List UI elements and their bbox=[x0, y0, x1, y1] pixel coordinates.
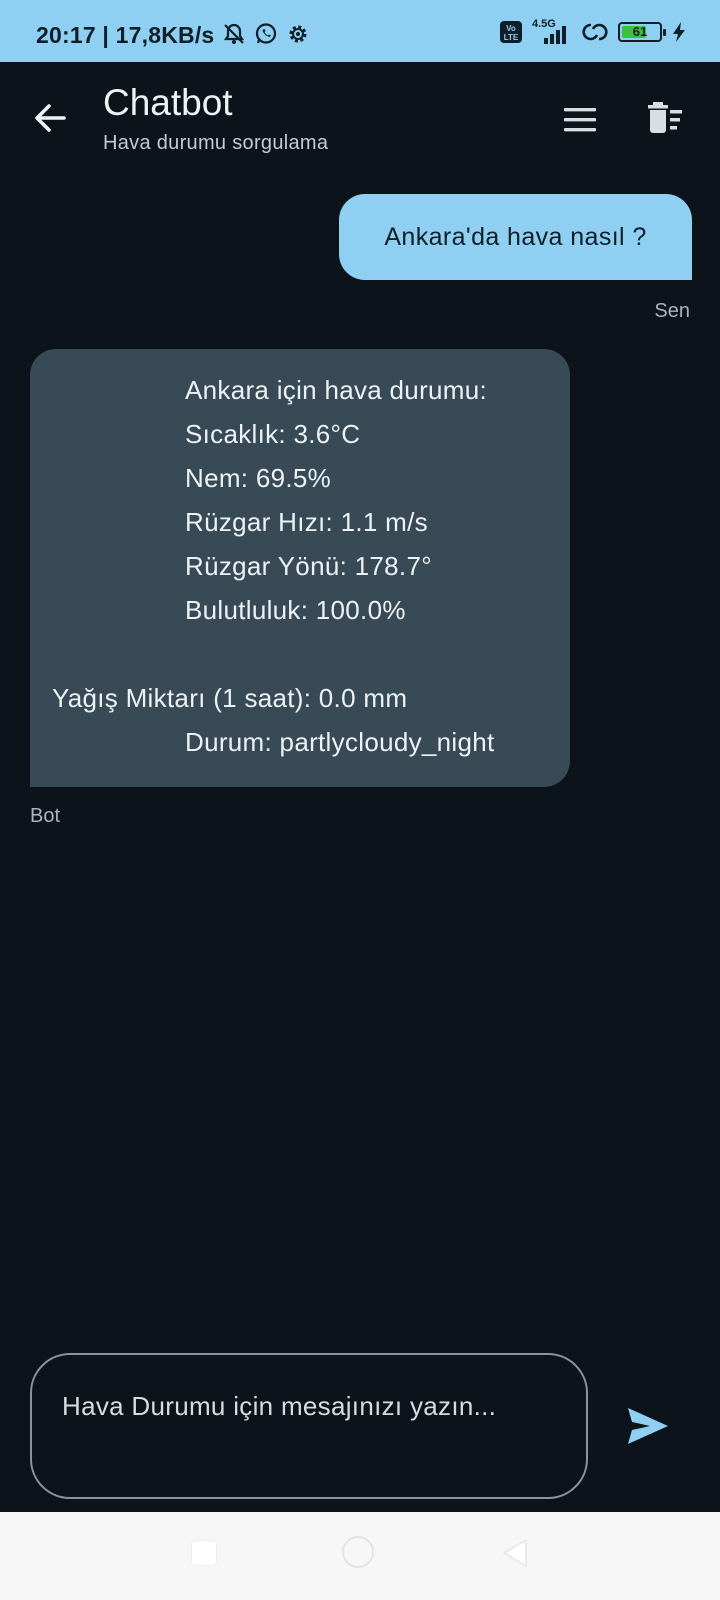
bot-line: Bulutluluk: 100.0% bbox=[185, 595, 406, 625]
send-icon[interactable] bbox=[624, 1404, 672, 1448]
back-arrow-icon[interactable] bbox=[30, 98, 70, 138]
status-icons bbox=[222, 22, 310, 46]
signal-icon: 4.5G bbox=[532, 18, 572, 44]
bot-line: Nem: 69.5% bbox=[185, 463, 332, 493]
muted-bell-icon bbox=[223, 23, 245, 44]
user-message-bubble: Ankara'da hava nasıl ? bbox=[339, 194, 692, 280]
user-sender-label: Sen bbox=[654, 300, 690, 322]
status-text: 20:17 | 17,8KB/s bbox=[36, 22, 215, 48]
recents-button[interactable] bbox=[192, 1541, 216, 1565]
bot-line: Durum: partlycloudy_night bbox=[185, 727, 495, 757]
app-subtitle: Hava durumu sorgulama bbox=[103, 132, 329, 154]
menu-icon[interactable] bbox=[560, 100, 600, 140]
bot-line: Ankara için hava durumu: bbox=[185, 375, 488, 405]
app-bar: Chatbot Hava durumu sorgulama bbox=[0, 62, 720, 172]
bot-line: Yağış Miktarı (1 saat): 0.0 mm bbox=[52, 683, 408, 713]
volte-icon: Vo LTE bbox=[500, 21, 522, 43]
home-button[interactable] bbox=[342, 1536, 374, 1568]
bot-line: Rüzgar Yönü: 178.7° bbox=[185, 551, 432, 581]
message-input[interactable]: Hava Durumu için mesajınızı yazın... bbox=[30, 1353, 588, 1499]
battery-level: 61 bbox=[632, 24, 648, 39]
delete-sweep-icon[interactable] bbox=[644, 96, 688, 140]
nav-back-icon[interactable] bbox=[502, 1538, 528, 1568]
hotspot-icon bbox=[582, 23, 608, 41]
bot-sender-label: Bot bbox=[30, 805, 61, 827]
app-title: Chatbot bbox=[103, 82, 233, 123]
bot-message-bubble: Ankara için hava durumu: Sıcaklık: 3.6°C… bbox=[30, 349, 570, 787]
status-right: Vo LTE 4.5G 61 bbox=[500, 18, 686, 44]
bot-line: Sıcaklık: 3.6°C bbox=[185, 419, 361, 449]
whatsapp-icon bbox=[255, 23, 277, 44]
settings-gear-icon bbox=[289, 25, 307, 43]
status-bar: 20:17 | 17,8KB/s Vo LTE 4.5G 61 bbox=[0, 0, 720, 62]
charging-bolt-icon bbox=[673, 22, 685, 42]
system-nav-bar bbox=[0, 1512, 720, 1600]
bot-line: Rüzgar Hızı: 1.1 m/s bbox=[185, 507, 428, 537]
battery-icon: 61 bbox=[618, 22, 666, 42]
message-input-placeholder: Hava Durumu için mesajınızı yazın... bbox=[62, 1391, 497, 1421]
